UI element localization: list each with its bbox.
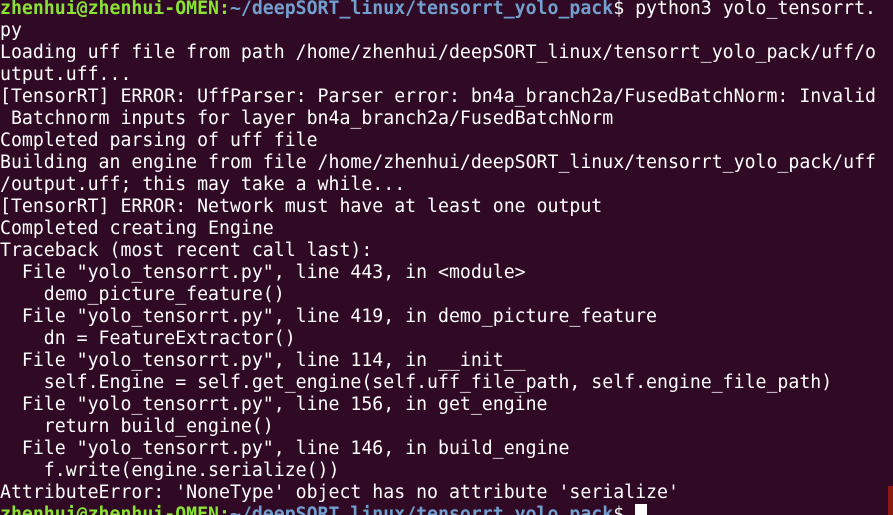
final-prompt-symbol: $ — [613, 504, 625, 515]
command-text-wrap: py — [0, 20, 22, 41]
output-line: self.Engine = self.get_engine(self.uff_f… — [0, 372, 833, 393]
output-line: demo_picture_feature() — [0, 284, 285, 305]
output-line: File "yolo_tensorrt.py", line 156, in ge… — [0, 394, 548, 415]
output-line: File "yolo_tensorrt.py", line 146, in bu… — [0, 438, 570, 459]
output-line: [TensorRT] ERROR: Network must have at l… — [0, 196, 603, 217]
prompt-path: ~/deepSORT_linux/tensorrt_yolo_pack — [229, 0, 614, 19]
output-line: Completed parsing of uff file — [0, 130, 318, 151]
terminal-window[interactable]: zhenhui@zhenhui-OMEN:~/deepSORT_linux/te… — [0, 0, 893, 515]
output-line: f.write(engine.serialize()) — [0, 460, 340, 481]
output-line: AttributeError: 'NoneType' object has no… — [0, 482, 679, 503]
command-prompt-line: zhenhui@zhenhui-OMEN:~/deepSORT_linux/te… — [0, 0, 893, 20]
final-command-input[interactable] — [624, 504, 635, 515]
output-line: Batchnorm inputs for layer bn4a_branch2a… — [0, 108, 614, 129]
output-line: File "yolo_tensorrt.py", line 443, in <m… — [0, 262, 526, 283]
final-prompt-path: ~/deepSORT_linux/tensorrt_yolo_pack — [229, 504, 614, 515]
scrollbar-thumb[interactable] — [888, 486, 893, 515]
output-line: dn = FeatureExtractor() — [0, 328, 296, 349]
prompt-symbol: $ — [613, 0, 625, 19]
output-line: Building an engine from file /home/zhenh… — [0, 152, 876, 173]
output-line: Traceback (most recent call last): — [0, 240, 373, 261]
output-line: File "yolo_tensorrt.py", line 114, in __… — [0, 350, 526, 371]
output-line: Completed creating Engine — [0, 218, 274, 239]
output-line: File "yolo_tensorrt.py", line 419, in de… — [0, 306, 657, 327]
final-prompt-line[interactable]: zhenhui@zhenhui-OMEN:~/deepSORT_linux/te… — [0, 504, 893, 515]
output-line: utput.uff... — [0, 64, 132, 85]
final-prompt-separator: : — [219, 504, 230, 515]
output-line: /output.uff; this may take a while... — [0, 174, 406, 195]
final-prompt-user-host: zhenhui@zhenhui-OMEN — [0, 504, 219, 515]
terminal-output: zhenhui@zhenhui-OMEN:~/deepSORT_linux/te… — [0, 0, 893, 515]
command-text: python3 yolo_tensorrt. — [624, 0, 877, 19]
prompt-user-host: zhenhui@zhenhui-OMEN — [0, 0, 219, 19]
output-line: return build_engine() — [0, 416, 274, 437]
text-cursor — [635, 504, 648, 515]
output-line: Loading uff file from path /home/zhenhui… — [0, 42, 876, 63]
output-line: [TensorRT] ERROR: UffParser: Parser erro… — [0, 86, 876, 107]
prompt-separator: : — [219, 0, 230, 19]
